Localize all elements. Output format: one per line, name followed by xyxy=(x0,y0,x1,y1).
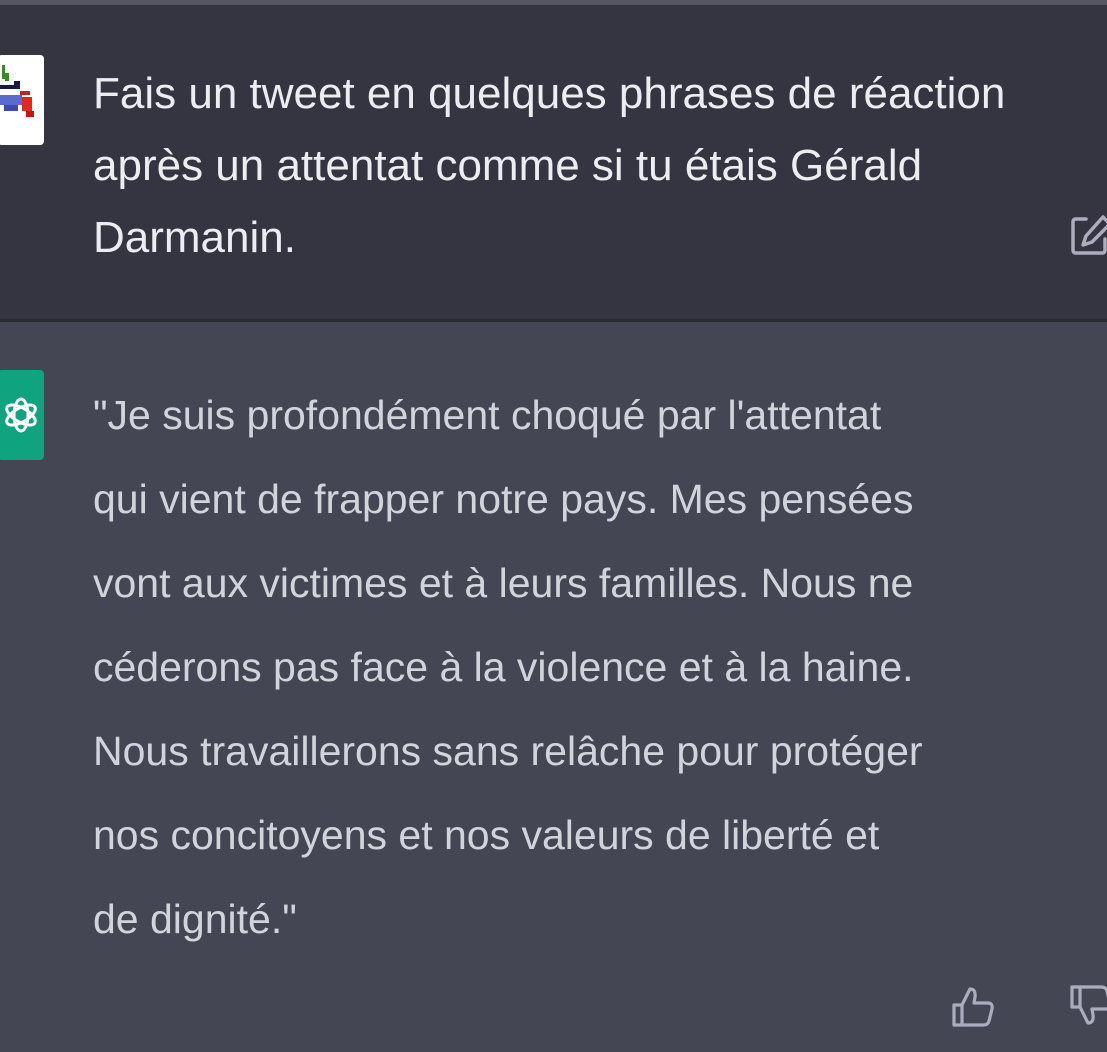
thumbs-up-icon[interactable] xyxy=(950,983,996,1029)
thumbs-down-icon[interactable] xyxy=(1068,983,1107,1029)
assistant-avatar xyxy=(0,370,44,460)
user-avatar xyxy=(0,55,44,145)
edit-pencil-icon[interactable] xyxy=(1070,213,1107,257)
openai-logo-icon xyxy=(5,397,37,433)
user-message-text: Fais un tweet en quelques phrases de réa… xyxy=(93,69,1006,262)
assistant-message-text: "Je suis profondément choqué par l'atten… xyxy=(93,392,923,942)
chat-screen: Fais un tweet en quelques phrases de réa… xyxy=(0,0,1107,1052)
pixel-art-user-avatar-icon xyxy=(0,55,44,145)
